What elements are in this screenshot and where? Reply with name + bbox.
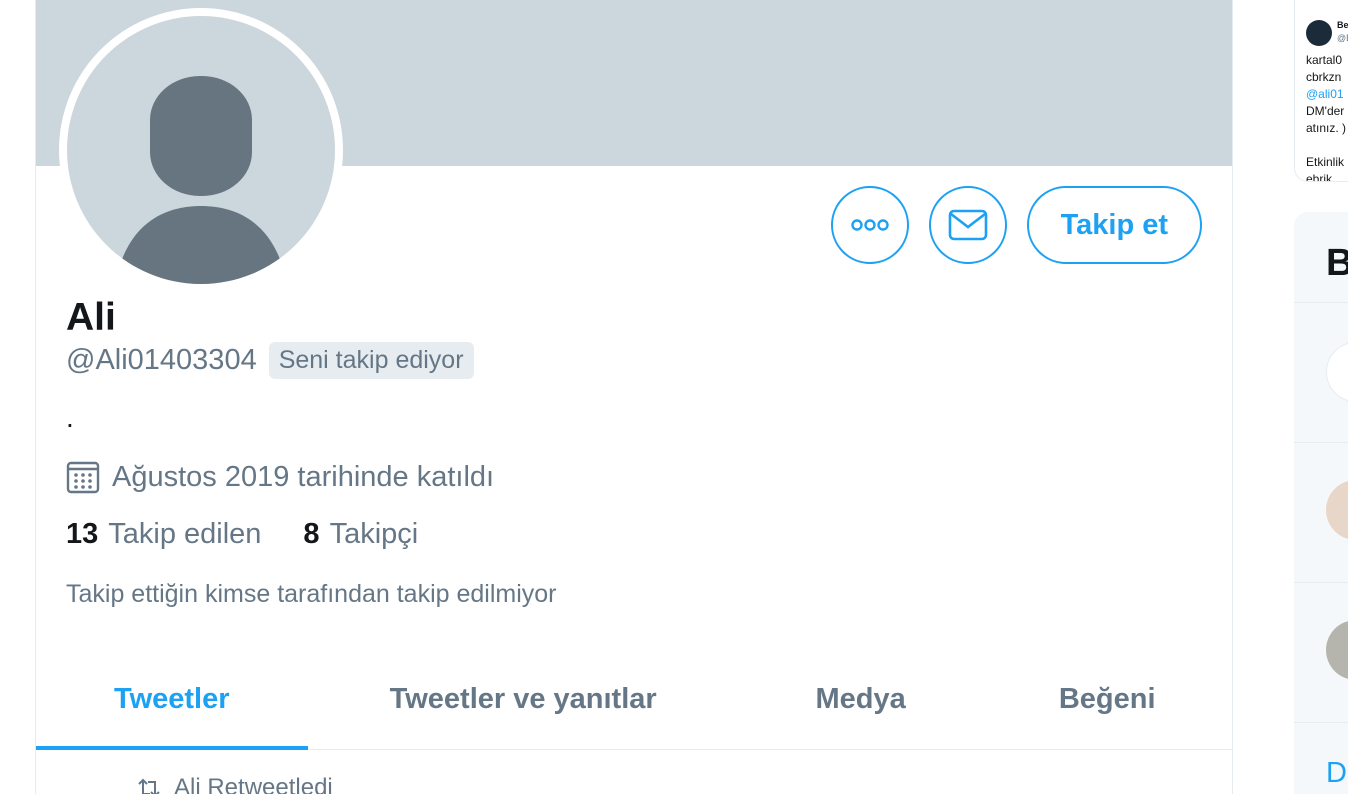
default-avatar-icon	[115, 76, 287, 284]
more-icon	[850, 219, 889, 231]
mini-avatar	[1306, 20, 1332, 46]
follows-you-badge: Seni takip ediyor	[268, 342, 474, 379]
tab-tweets-and-replies[interactable]: Tweetler ve yanıtlar	[308, 650, 739, 749]
card-line: Etkinlik	[1306, 155, 1345, 169]
calendar-icon	[66, 461, 100, 494]
follow-button[interactable]: Takip et	[1026, 186, 1202, 264]
tab-tweets[interactable]: Tweetler	[36, 650, 308, 750]
followers-label: Takipçi	[329, 518, 419, 550]
card-line: atınız. )	[1306, 121, 1347, 135]
message-button[interactable]	[928, 186, 1007, 264]
followers-link[interactable]: 8 Takipçi	[303, 518, 418, 551]
profile-name: Ali	[66, 296, 116, 339]
retweet-icon	[138, 778, 160, 794]
not-followed-note: Takip ettiğin kimse tarafından takip edi…	[66, 580, 557, 608]
embedded-tweet-card[interactable]: Be @B kartal0 cbrkzn @ali01 DM'der atını…	[1294, 0, 1348, 182]
envelope-icon	[948, 209, 987, 241]
joined-label: Ağustos 2019 tarihinde katıldı	[112, 460, 495, 493]
card-line: ebrik	[1306, 172, 1333, 182]
following-label: Takip edilen	[108, 518, 262, 550]
card-line: DM'der	[1306, 104, 1345, 118]
profile-tabs: Tweetler Tweetler ve yanıtlar Medya Beğe…	[36, 650, 1232, 750]
panel-divider	[1294, 442, 1348, 443]
following-count: 13	[66, 518, 99, 550]
more-options-button[interactable]	[830, 186, 909, 264]
handle-row: @Ali01403304 Seni takip ediyor	[66, 342, 474, 379]
card-handle: @B	[1337, 33, 1348, 43]
tab-media[interactable]: Medya	[739, 650, 983, 749]
card-link[interactable]: @ali01	[1306, 87, 1344, 101]
show-more-link[interactable]: Da	[1326, 757, 1348, 790]
follow-counts: 13 Takip edilen 8 Takipçi	[66, 518, 418, 551]
card-author: Be	[1337, 20, 1348, 30]
profile-column: Takip et Ali @Ali01403304 Seni takip edi…	[35, 0, 1233, 794]
joined-date: Ağustos 2019 tarihinde katıldı	[66, 460, 494, 494]
card-line: cbrkzn	[1306, 70, 1342, 84]
suggested-avatar[interactable]	[1326, 620, 1348, 680]
who-to-follow-panel: B Da	[1294, 212, 1348, 794]
retweet-label: Ali Retweetledi	[174, 774, 333, 794]
tab-likes[interactable]: Beğeni	[982, 650, 1232, 749]
profile-avatar[interactable]	[59, 8, 343, 292]
profile-handle: @Ali01403304	[66, 344, 257, 376]
suggested-avatar[interactable]	[1326, 342, 1348, 402]
following-link[interactable]: 13 Takip edilen	[66, 518, 261, 551]
panel-title: B	[1326, 242, 1348, 284]
profile-actions: Takip et	[830, 186, 1202, 264]
panel-divider	[1294, 302, 1348, 303]
suggested-avatar[interactable]	[1326, 480, 1348, 540]
followers-count: 8	[303, 518, 320, 550]
card-line: kartal0	[1306, 53, 1343, 67]
profile-bio: .	[66, 402, 74, 433]
panel-divider	[1294, 722, 1348, 723]
panel-divider	[1294, 582, 1348, 583]
retweet-context: Ali Retweetledi	[136, 774, 333, 794]
